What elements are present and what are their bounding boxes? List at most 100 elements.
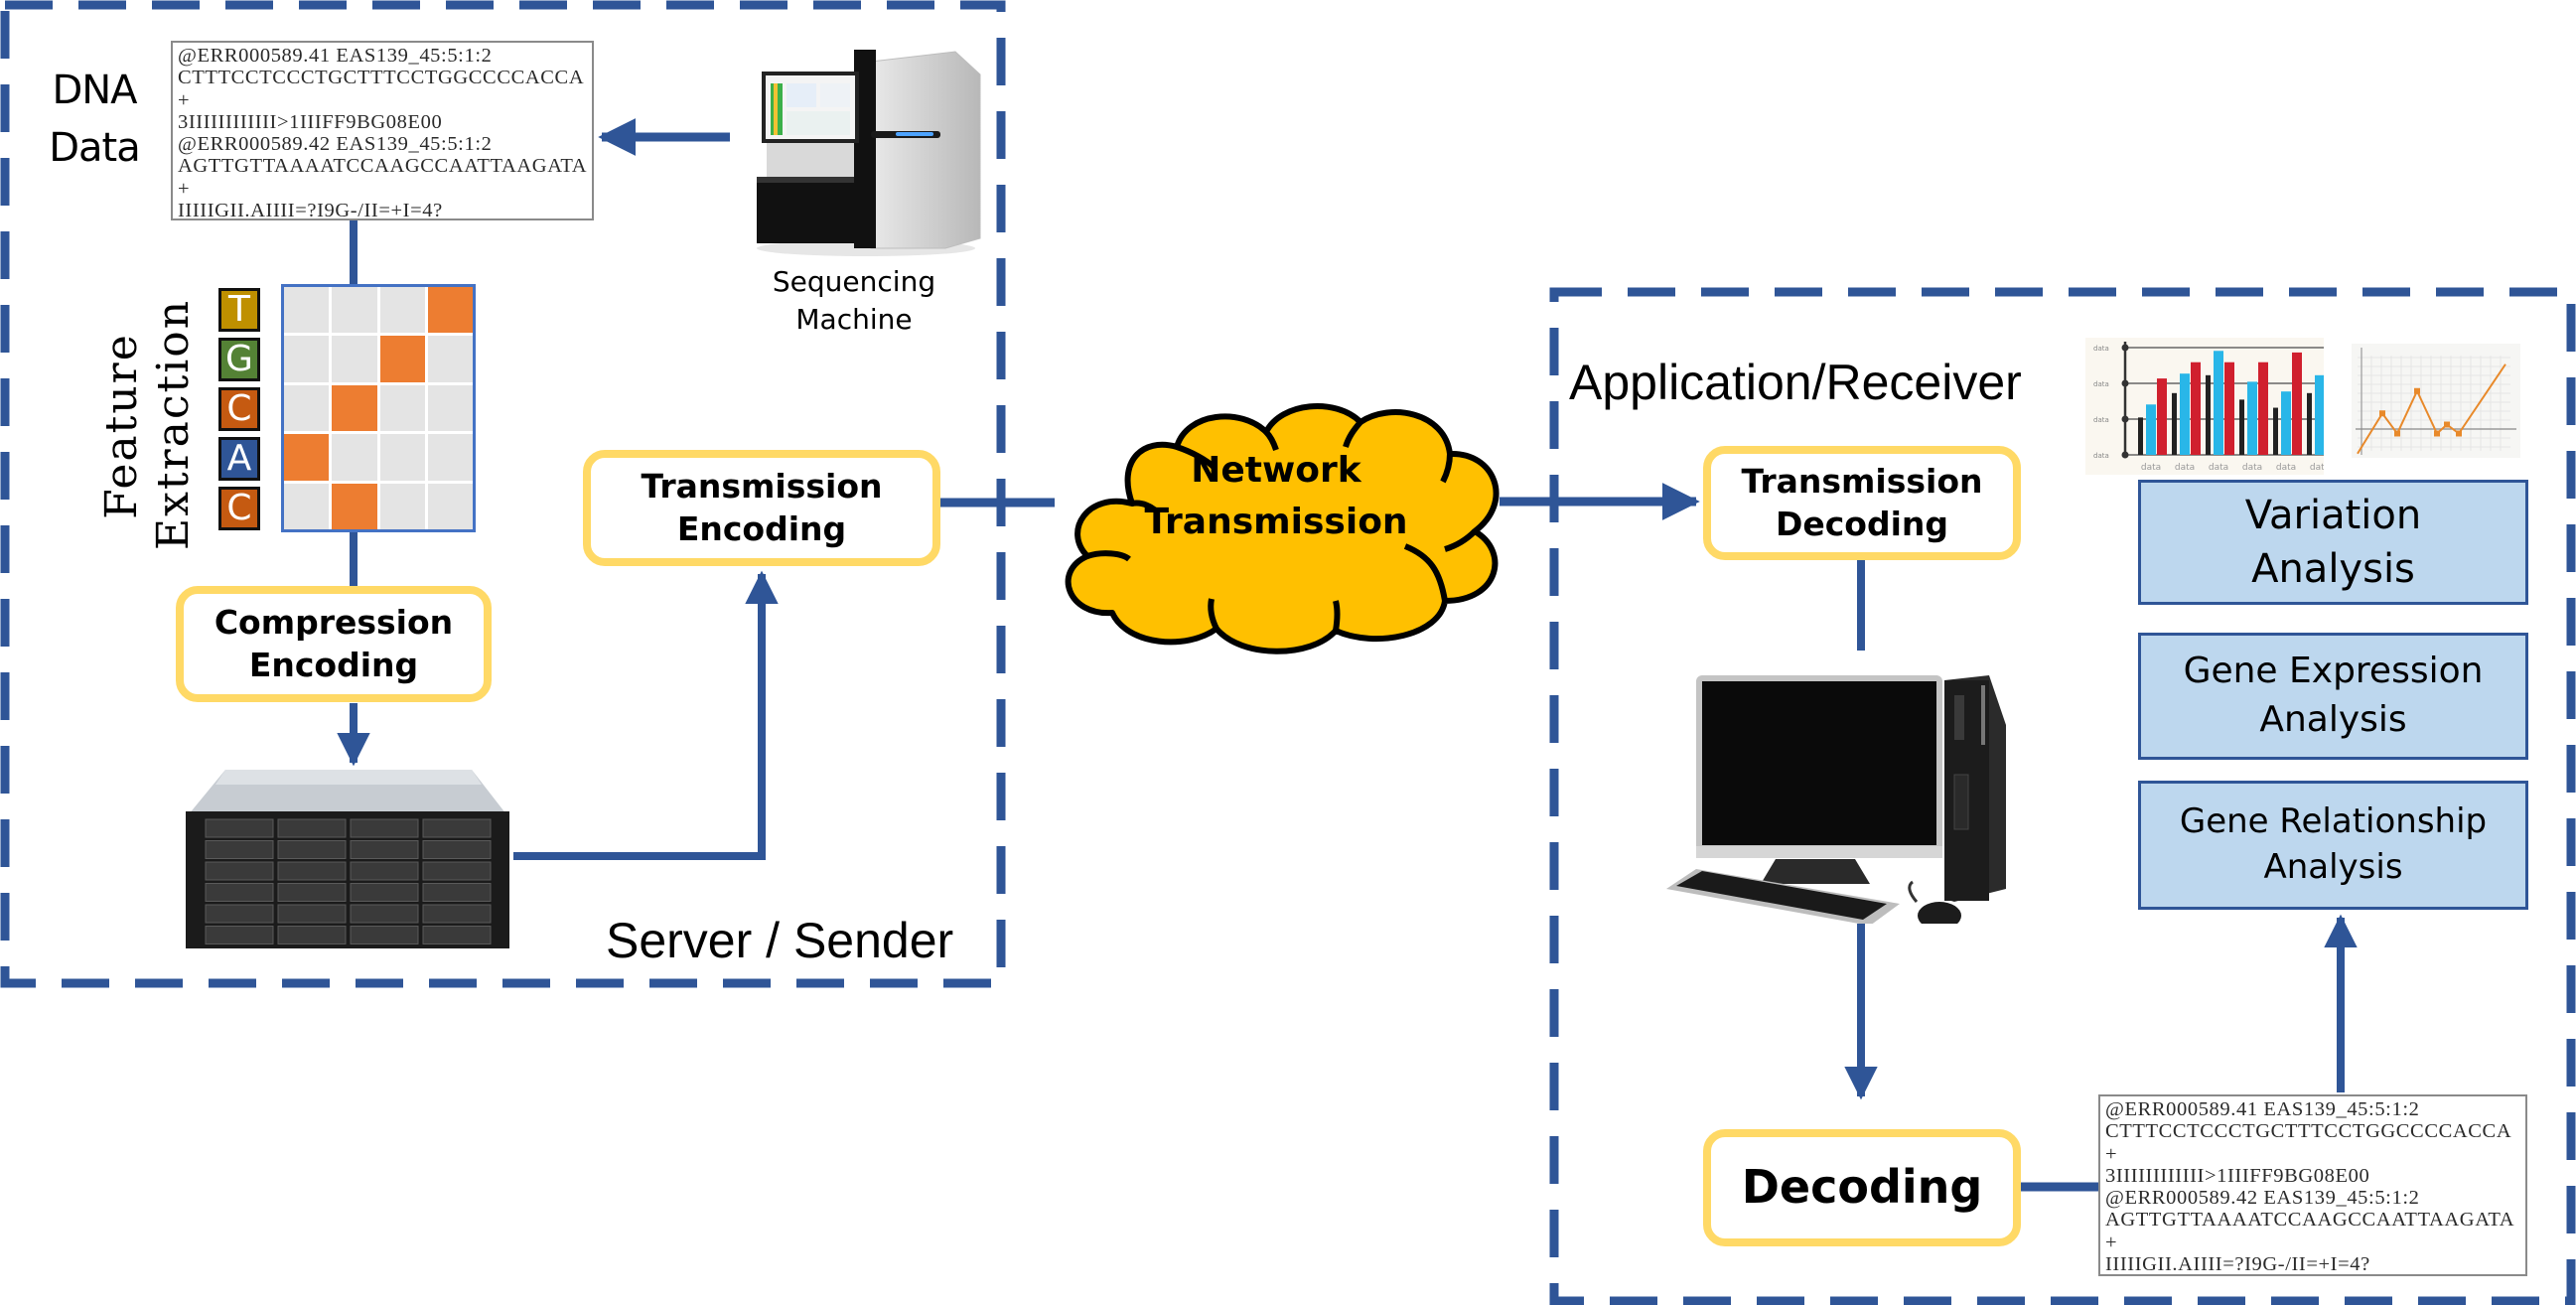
drive-bay — [422, 861, 492, 881]
transmission-decoding-line1: Transmission — [1741, 461, 1983, 501]
caption-line2: Machine — [795, 303, 913, 336]
line-chart-icon — [2352, 344, 2520, 458]
fastq-input-line: @ERR000589.42 EAS139_45:5:1:2 — [178, 133, 493, 156]
compression-line2: Encoding — [248, 645, 419, 684]
analysis-line-1: Variation — [2244, 493, 2422, 538]
grid-cell-active — [332, 483, 377, 529]
line-chart-point — [2414, 387, 2420, 394]
bar-chart-tick-label: data — [2093, 380, 2109, 388]
line-chart-background — [2352, 344, 2520, 458]
drive-bay — [277, 883, 347, 902]
fastq-input-line: @ERR000589.41 EAS139_45:5:1:2 — [178, 45, 493, 67]
fastq-decoded-line: + — [2105, 1231, 2118, 1253]
transmission-encoding-line2: Encoding — [676, 508, 847, 548]
drive-bay — [422, 818, 492, 838]
grid-cell-active — [427, 287, 473, 334]
bar-chart-tick-label: data — [2093, 345, 2109, 353]
bar-dark — [2239, 399, 2244, 455]
bar-dark — [2172, 392, 2177, 455]
drive-bay — [205, 926, 274, 944]
dna-label-line1: DNA — [52, 68, 137, 113]
analysis-box-variation: Variation Analysis — [2138, 480, 2528, 605]
feature-extraction-label: Feature Extraction — [96, 299, 202, 550]
fastq-input-line: 3IIIIIIIIIIII>1IIIFF9BG08E00 — [178, 110, 443, 133]
bar-red — [2292, 352, 2302, 455]
analysis-line-2: Analysis — [2263, 847, 2403, 887]
bar-chart-category-label: data — [2276, 463, 2296, 473]
grid-cell-active — [284, 434, 330, 481]
fastq-decoded-line: @ERR000589.41 EAS139_45:5:1:2 — [2105, 1098, 2420, 1120]
fastq-input-line: + — [178, 88, 191, 111]
drive-bay — [350, 904, 419, 924]
drive-bay — [277, 818, 347, 838]
fastq-decoded-block: @ERR000589.41 EAS139_45:5:1:2 CTTTCCTCCCT… — [2098, 1094, 2527, 1276]
sequencing-machine-caption: Sequencing Machine — [760, 263, 948, 339]
fastq-decoded-line: IIIIIGII.AIIII=?I9G-/II=+I=4? — [2105, 1253, 2370, 1276]
drive-bay — [205, 861, 274, 881]
base-tile-c: C — [218, 487, 260, 530]
bar-chart-icon: data data data data data data data data data data — [2085, 338, 2324, 475]
grid-cell — [284, 336, 330, 382]
grid-cell — [379, 384, 425, 432]
bar-dark — [2206, 374, 2211, 455]
grid-cell — [332, 434, 377, 481]
bar-dark — [2307, 392, 2312, 455]
grid-cell — [379, 287, 425, 334]
drive-bay — [277, 904, 347, 924]
drive-bay — [277, 840, 347, 859]
drive-bay — [350, 883, 419, 902]
bar-cyan — [2214, 351, 2223, 455]
fastq-input-line: AGTTGTTAAAATCCAAGCCAATTAAGATA — [178, 155, 588, 178]
analysis-line-2: Analysis — [2259, 699, 2407, 740]
transmission-encoding-box: Transmission Encoding — [583, 450, 940, 566]
dna-label-line2: Data — [49, 125, 141, 171]
grid-cell — [379, 483, 425, 529]
grid-cell — [427, 434, 473, 481]
grid-cell — [427, 336, 473, 382]
bar-cyan — [2180, 373, 2190, 455]
bar-chart-category-label: data — [2175, 463, 2195, 473]
drive-bay — [350, 818, 419, 838]
desktop-computer-icon — [1666, 675, 2006, 924]
grid-cell — [332, 287, 377, 334]
bar-red — [2224, 362, 2234, 455]
fastq-decoded-line: + — [2105, 1142, 2118, 1165]
server-rack-icon — [186, 770, 509, 948]
drive-bay — [350, 926, 419, 944]
bar-chart-category-label: data — [2209, 463, 2228, 473]
drive-bay — [205, 840, 274, 859]
bar-chart-tick-label: data — [2093, 452, 2109, 460]
grid-cell — [332, 336, 377, 382]
decoding-label: Decoding — [1741, 1160, 1983, 1215]
bar-cyan — [2247, 381, 2257, 455]
decoding-box: Decoding — [1703, 1129, 2021, 1246]
analysis-line-2: Analysis — [2251, 546, 2415, 592]
fastq-decoded-line: @ERR000589.42 EAS139_45:5:1:2 — [2105, 1187, 2420, 1210]
fastq-input-line: + — [178, 177, 191, 200]
grid-cell — [379, 434, 425, 481]
arrow-server-to-transmission-encoding — [513, 570, 779, 860]
bar-red — [2157, 378, 2167, 455]
bar-cyan — [2315, 374, 2324, 455]
analysis-line-1: Gene Relationship — [2179, 801, 2488, 842]
grid-cell — [284, 384, 330, 432]
transmission-decoding-line2: Decoding — [1775, 504, 1949, 543]
drive-bay — [205, 904, 274, 924]
line-chart-point — [2444, 421, 2450, 428]
base-tile-a: A — [218, 437, 260, 481]
base-tile-g: G — [218, 338, 260, 381]
grid-cell — [427, 384, 473, 432]
analysis-line-1: Gene Expression — [2183, 651, 2484, 692]
network-transmission-label: Network Transmission — [1102, 445, 1450, 548]
caption-line1: Sequencing — [772, 265, 936, 298]
drive-bay — [205, 818, 274, 838]
drive-bay — [422, 883, 492, 902]
line-chart-point — [2379, 410, 2385, 417]
bar-red — [2191, 362, 2201, 455]
fastq-input-line: CTTTCCTCCCTGCTTTCCTGGCCCCACCA — [178, 67, 585, 89]
grid-cell-active — [332, 384, 377, 432]
bar-cyan — [2281, 391, 2291, 455]
bar-dark — [2138, 417, 2143, 455]
bar-dark — [2273, 407, 2278, 455]
base-tile-c: C — [218, 387, 260, 431]
